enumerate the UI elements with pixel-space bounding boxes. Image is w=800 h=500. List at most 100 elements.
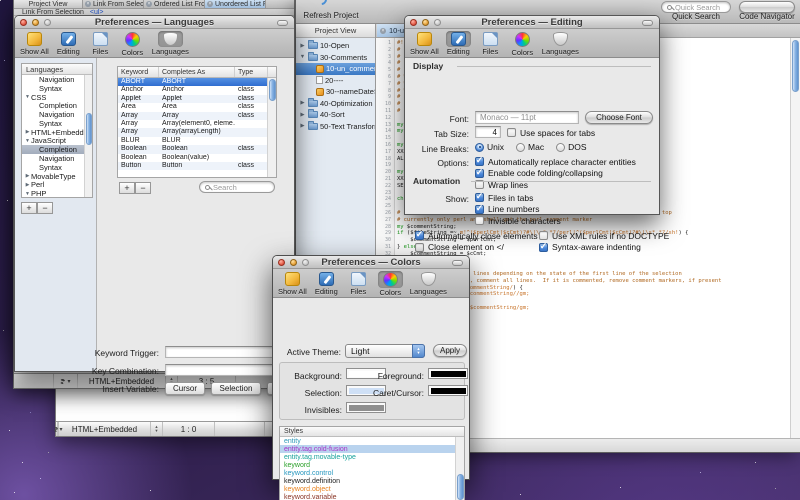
checkbox[interactable]: ✓ bbox=[415, 231, 424, 240]
disclosure-triangle-icon[interactable]: ▶ bbox=[299, 43, 306, 49]
tree-item[interactable]: ▶40-Sort bbox=[296, 109, 375, 121]
language-list-item[interactable]: Navigation bbox=[22, 154, 92, 163]
title-bar[interactable]: Preferences — Editing bbox=[405, 16, 659, 29]
keyword-search-input[interactable]: Search bbox=[199, 181, 275, 193]
styles-scrollbar[interactable] bbox=[455, 437, 464, 500]
line-break-radio[interactable]: DOS bbox=[556, 142, 586, 152]
remove-keyword-button[interactable]: − bbox=[135, 182, 151, 194]
disclosure-triangle-icon[interactable]: ▶ bbox=[24, 129, 31, 135]
table-scrollbar[interactable] bbox=[267, 78, 276, 177]
table-row[interactable]: AreaAreaclass bbox=[118, 103, 276, 111]
table-row[interactable]: AppletAppletclass bbox=[118, 95, 276, 103]
list-scrollbar[interactable] bbox=[84, 75, 92, 197]
close-button[interactable] bbox=[410, 19, 417, 26]
caret-cursor-swatch[interactable] bbox=[428, 385, 468, 396]
language-list-item[interactable]: ▶MovableType bbox=[22, 172, 92, 181]
style-list-item[interactable]: entity bbox=[280, 437, 464, 445]
language-list-item[interactable]: Completion bbox=[22, 145, 92, 154]
table-row[interactable]: BooleanBoolean(value) bbox=[118, 154, 276, 162]
disclosure-triangle-icon[interactable]: ▶ bbox=[299, 123, 306, 129]
table-row[interactable]: ArrayArray(arrayLength) bbox=[118, 128, 276, 136]
close-tab-icon[interactable]: × bbox=[380, 28, 386, 34]
tree-item[interactable]: ▶10-Open bbox=[296, 40, 375, 52]
foreground-swatch[interactable] bbox=[428, 368, 468, 379]
table-row[interactable]: ArrayArrayclass bbox=[118, 112, 276, 120]
tab-size-input[interactable]: 4 bbox=[475, 126, 501, 138]
close-tab-icon[interactable]: × bbox=[85, 1, 91, 7]
disclosure-triangle-icon[interactable]: ▶ bbox=[24, 173, 31, 179]
theme-popup[interactable]: Light ▲▼ bbox=[345, 344, 425, 358]
automation-row[interactable]: ✓Automatically close elements bbox=[415, 230, 538, 242]
toolbar-toggle-button[interactable] bbox=[642, 20, 653, 26]
option-row[interactable]: ✓Automatically replace character entitie… bbox=[475, 156, 636, 168]
style-list-item[interactable]: keyword.object bbox=[280, 486, 464, 494]
style-list-item[interactable]: entity.tag.movable-type bbox=[280, 453, 464, 461]
toolbar-item-show-all[interactable]: Show All bbox=[278, 271, 307, 296]
toolbar-item-files[interactable]: Files bbox=[88, 31, 113, 56]
keyword-trigger-input[interactable] bbox=[165, 346, 287, 358]
tree-item[interactable]: ▶50-Text Transform… bbox=[296, 121, 375, 133]
toolbar-item-languages[interactable]: Languages bbox=[152, 31, 189, 56]
language-list-item[interactable]: ▼CSS bbox=[22, 93, 92, 102]
checkbox[interactable]: ✓ bbox=[475, 216, 484, 225]
table-row[interactable]: ButtonButtonclass bbox=[118, 162, 276, 170]
show-row[interactable]: ✓Line numbers bbox=[475, 204, 561, 216]
line-break-radio[interactable]: Mac bbox=[516, 142, 544, 152]
radio-button[interactable] bbox=[556, 143, 565, 152]
radio-button[interactable] bbox=[516, 143, 525, 152]
language-list-item[interactable]: ▼PHP bbox=[22, 189, 92, 198]
toolbar-item-show-all[interactable]: Show All bbox=[410, 31, 439, 56]
zoom-button[interactable] bbox=[302, 259, 309, 266]
radio-button[interactable] bbox=[475, 143, 484, 152]
key-combination-input[interactable] bbox=[165, 364, 287, 376]
tree-item[interactable]: ▼30-Comments bbox=[296, 52, 375, 64]
document-tab[interactable]: ×Ordered List Fro… bbox=[144, 0, 205, 8]
minimize-button[interactable] bbox=[290, 259, 297, 266]
toolbar-item-files[interactable]: Files bbox=[346, 271, 371, 296]
column-header[interactable]: Type bbox=[235, 67, 268, 77]
disclosure-triangle-icon[interactable]: ▼ bbox=[24, 138, 31, 144]
table-row[interactable]: BooleanBooleanclass bbox=[118, 145, 276, 153]
toolbar-item-show-all[interactable]: Show All bbox=[20, 31, 49, 56]
toolbar-item-languages[interactable]: Languages bbox=[410, 271, 447, 296]
close-button[interactable] bbox=[278, 259, 285, 266]
tree-item[interactable]: 30--nameDateStr… bbox=[296, 86, 375, 98]
table-row[interactable]: ABORTABORT bbox=[118, 78, 276, 86]
line-break-radio[interactable]: Unix bbox=[475, 142, 504, 152]
automation-row[interactable]: ✓Syntax-aware indenting bbox=[539, 242, 669, 254]
language-list-item[interactable]: ▶Perl bbox=[22, 181, 92, 190]
option-row[interactable]: ✓Enable code folding/collapsing bbox=[475, 168, 636, 180]
refresh-icon[interactable] bbox=[314, 0, 329, 7]
language-list-item[interactable]: Syntax bbox=[22, 84, 92, 93]
checkbox[interactable]: ✓ bbox=[539, 231, 548, 240]
checkbox[interactable]: ✓ bbox=[475, 169, 484, 178]
checkbox[interactable]: ✓ bbox=[415, 243, 424, 252]
column-header[interactable]: Completes As bbox=[159, 67, 235, 77]
checkbox[interactable]: ✓ bbox=[475, 157, 484, 166]
actions-menu[interactable]: ▾ bbox=[54, 374, 78, 388]
language-list-item[interactable]: ▶HTML+Embedded bbox=[22, 128, 92, 137]
minimize-button[interactable] bbox=[32, 19, 39, 26]
document-tab[interactable]: ×Unordered List F… bbox=[205, 0, 266, 8]
tree-item[interactable]: 20---- bbox=[296, 75, 375, 87]
table-row[interactable]: AnchorAnchorclass bbox=[118, 86, 276, 94]
close-tab-icon[interactable]: × bbox=[207, 1, 213, 7]
column-header[interactable]: Keyword bbox=[118, 67, 159, 77]
disclosure-triangle-icon[interactable]: ▶ bbox=[24, 182, 31, 188]
checkbox[interactable]: ✓ bbox=[475, 193, 484, 202]
selection-button[interactable]: Selection bbox=[211, 382, 261, 395]
toolbar-toggle-button[interactable] bbox=[452, 260, 463, 266]
table-row[interactable]: ArrayArray(element0, eleme… bbox=[118, 120, 276, 128]
checkbox[interactable]: ✓ bbox=[539, 243, 548, 252]
title-bar[interactable]: Preferences — Colors bbox=[273, 256, 469, 269]
tree-item[interactable]: 10-un_comment… bbox=[296, 63, 375, 75]
add-language-button[interactable]: + bbox=[21, 202, 37, 214]
toolbar-item-editing[interactable]: Editing bbox=[314, 271, 339, 296]
language-list-item[interactable]: Syntax bbox=[22, 163, 92, 172]
toolbar-item-colors[interactable]: Colors bbox=[510, 31, 535, 57]
toolbar-item-files[interactable]: Files bbox=[478, 31, 503, 56]
disclosure-triangle-icon[interactable]: ▼ bbox=[24, 94, 31, 100]
style-list-item[interactable]: keyword.control bbox=[280, 469, 464, 477]
disclosure-triangle-icon[interactable]: ▼ bbox=[24, 191, 31, 197]
invisibles-swatch[interactable] bbox=[346, 402, 386, 413]
